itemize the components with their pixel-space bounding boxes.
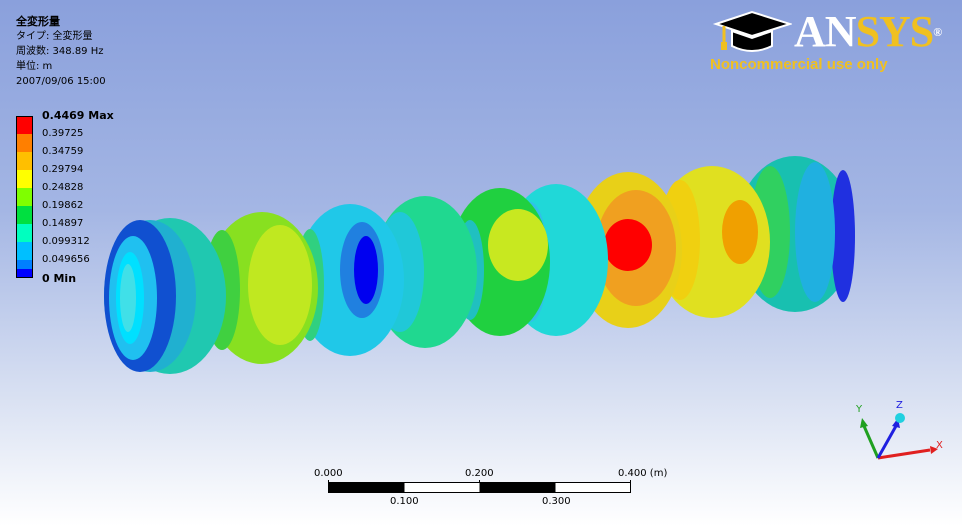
brand-an: AN bbox=[794, 7, 857, 56]
legend-label: 0.4469 Max bbox=[42, 109, 114, 122]
result-type: タイプ: 全変形量 bbox=[16, 31, 93, 42]
legend-label: 0.24828 bbox=[42, 182, 84, 193]
result-info: 全変形量 タイプ: 全変形量 周波数: 348.89 Hz 単位: m 2007… bbox=[16, 14, 106, 89]
legend-swatch bbox=[16, 206, 33, 224]
scale-label-200: 0.200 bbox=[465, 468, 494, 479]
triad-y-label: Y bbox=[856, 404, 863, 415]
legend-swatch bbox=[16, 152, 33, 170]
legend-swatch bbox=[16, 134, 33, 152]
graduation-cap-icon bbox=[712, 10, 792, 52]
triad-z-label: Z bbox=[896, 400, 903, 411]
legend-label: 0.34759 bbox=[42, 146, 84, 157]
triad-x-label: X bbox=[936, 440, 943, 451]
legend-label: 0.099312 bbox=[42, 236, 90, 247]
result-title: 全変形量 bbox=[16, 15, 60, 28]
coordinate-triad[interactable]: X Y Z bbox=[840, 398, 950, 472]
disc-1 bbox=[104, 218, 226, 374]
ansys-logo: ANSYS® Noncommercial use only bbox=[706, 4, 946, 78]
brand-sys: SYS bbox=[855, 7, 935, 56]
legend-label: 0.049656 bbox=[42, 254, 90, 265]
legend-swatch bbox=[16, 224, 33, 242]
result-unit: 単位: m bbox=[16, 61, 53, 72]
deformed-shaft-model[interactable] bbox=[0, 0, 962, 526]
result-frequency: 周波数: 348.89 Hz bbox=[16, 46, 104, 57]
scale-label-0: 0.000 bbox=[314, 468, 343, 479]
ansys-wordmark: ANSYS® bbox=[794, 7, 942, 56]
scale-label-300: 0.300 bbox=[542, 496, 571, 507]
legend-label: 0.19862 bbox=[42, 200, 84, 211]
legend-label: 0.14897 bbox=[42, 218, 84, 229]
legend-swatch bbox=[16, 116, 33, 134]
scale-label-400: 0.400 (m) bbox=[618, 468, 668, 479]
legend-min-label: 0 Min bbox=[42, 272, 77, 285]
legend-label: 0.29794 bbox=[42, 164, 84, 175]
legend-swatch bbox=[16, 242, 33, 260]
result-date: 2007/09/06 15:00 bbox=[16, 76, 106, 87]
scale-label-100: 0.100 bbox=[390, 496, 419, 507]
legend-swatch bbox=[16, 188, 33, 206]
scale-bar-graphic bbox=[328, 480, 631, 493]
graphics-viewport[interactable]: 全変形量 タイプ: 全変形量 周波数: 348.89 Hz 単位: m 2007… bbox=[0, 0, 962, 526]
noncommercial-note: Noncommercial use only bbox=[710, 56, 888, 73]
legend-swatch-min bbox=[16, 269, 33, 278]
scale-bar: 0.000 0.200 0.400 (m) 0.100 0.300 bbox=[300, 466, 670, 510]
legend-label: 0.39725 bbox=[42, 128, 84, 139]
registered-mark: ® bbox=[933, 25, 942, 39]
legend-swatch bbox=[16, 170, 33, 188]
